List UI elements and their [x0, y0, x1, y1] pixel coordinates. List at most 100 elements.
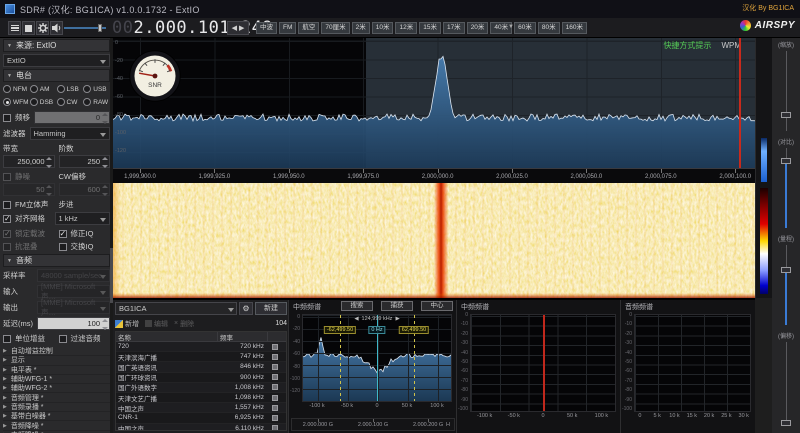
snap-checkbox[interactable]	[3, 215, 11, 223]
slider-track[interactable]	[786, 342, 787, 426]
band-button[interactable]: 10米	[372, 22, 394, 34]
audio-mute-button[interactable]	[50, 21, 63, 35]
new-entry-button[interactable]: 新建	[255, 302, 287, 315]
station-checkbox[interactable]	[272, 364, 278, 370]
mode-option-wfm[interactable]: WFM	[3, 97, 30, 107]
band-button[interactable]: FM	[279, 22, 296, 34]
if-zoom-button[interactable]: 中心	[421, 301, 453, 311]
unity-gain-checkbox[interactable]	[3, 335, 11, 343]
station-row[interactable]: 国广英语资讯846 kHz	[116, 362, 286, 372]
anti-alias-checkbox[interactable]	[3, 243, 11, 251]
audio-input-select[interactable]: [MME] Microsoft 声…	[37, 285, 110, 298]
band-button[interactable]: 17米	[443, 22, 465, 34]
profile-settings-button[interactable]: ⚙	[239, 302, 253, 315]
station-checkbox[interactable]	[272, 354, 278, 360]
station-row[interactable]: CNR-16,925 kHz	[116, 413, 286, 423]
band-button[interactable]: 2米	[352, 22, 370, 34]
station-checkbox[interactable]	[272, 344, 278, 350]
settings-button[interactable]	[36, 21, 49, 35]
slider-handle[interactable]	[781, 112, 791, 118]
spinner-arrows-icon[interactable]	[46, 185, 53, 196]
tune-step-buttons[interactable]: ◀ ▶	[227, 21, 249, 35]
squelch-checkbox[interactable]	[3, 173, 11, 181]
band-button[interactable]: 70厘米	[321, 22, 349, 34]
squelch-input[interactable]: 50	[3, 183, 55, 196]
bandwidth-input[interactable]: 250,000	[3, 155, 55, 168]
waterfall-display[interactable]	[113, 183, 755, 298]
station-row[interactable]: 天津文艺广播1,098 kHz	[116, 393, 286, 403]
mode-option-am[interactable]: AM	[30, 84, 57, 94]
mode-option-dsb[interactable]: DSB	[30, 97, 57, 107]
spinner-arrows-icon[interactable]	[101, 319, 108, 330]
station-checkbox[interactable]	[272, 425, 278, 431]
band-button[interactable]: 80米	[538, 22, 560, 34]
step-select[interactable]: 1 kHz	[55, 212, 111, 225]
volume-slider-handle[interactable]	[98, 24, 102, 32]
stop-button[interactable]	[22, 21, 35, 35]
order-input[interactable]: 250	[59, 155, 111, 168]
spinner-arrows-icon[interactable]	[101, 185, 108, 196]
mode-option-nfm[interactable]: NFM	[3, 84, 30, 94]
band-button[interactable]: 航空	[298, 22, 319, 34]
if-zoom-button[interactable]: 捕获	[381, 301, 413, 311]
if-spectrum-plot[interactable]	[470, 314, 616, 412]
latency-input[interactable]: 100	[37, 317, 110, 330]
delete-button[interactable]: ×删除	[174, 319, 194, 329]
band-button[interactable]: 20米	[467, 22, 489, 34]
spinner-arrows-icon[interactable]	[46, 157, 53, 168]
station-checkbox[interactable]	[272, 395, 278, 401]
station-row[interactable]: 中国之声1,557 kHz	[116, 403, 286, 413]
band-button[interactable]: 160米	[562, 22, 587, 34]
menu-button[interactable]	[8, 21, 21, 35]
audio-output-select[interactable]: [MME] Microsoft 声…	[37, 301, 110, 314]
spinner-arrows-icon[interactable]	[101, 113, 108, 124]
source-section-header[interactable]: ▼来源: ExtIO	[3, 39, 110, 52]
edit-button[interactable]: 编辑	[145, 319, 168, 329]
tuning-frequency-line[interactable]	[739, 38, 741, 168]
band-button[interactable]: 12米	[395, 22, 417, 34]
slider-handle[interactable]	[781, 158, 791, 164]
correct-iq-checkbox[interactable]	[59, 230, 67, 238]
band-button[interactable]: 15米	[419, 22, 441, 34]
fm-stereo-checkbox[interactable]	[3, 201, 11, 209]
volume-slider[interactable]	[64, 27, 106, 29]
audio-spectrum-plot[interactable]	[634, 314, 751, 412]
swap-iq-checkbox[interactable]	[59, 243, 67, 251]
frequency-axis[interactable]: 1,999,900.01,999,925.01,999,950.01,999,9…	[113, 168, 755, 183]
station-row[interactable]: 国广环球资讯900 kHz	[116, 373, 286, 383]
station-checkbox[interactable]	[272, 374, 278, 380]
audio-section-header[interactable]: ▼音频	[3, 254, 110, 267]
station-row[interactable]: 天津滨海广播747 kHz	[116, 352, 286, 362]
slider-handle[interactable]	[781, 420, 791, 426]
lock-carrier-checkbox[interactable]	[3, 230, 11, 238]
station-row[interactable]: 国广外语数字1,008 kHz	[116, 383, 286, 393]
mode-option-raw[interactable]: RAW	[83, 97, 110, 107]
mode-option-cw[interactable]: CW	[57, 97, 84, 107]
station-checkbox[interactable]	[272, 415, 278, 421]
add-button[interactable]: 新增	[115, 319, 139, 329]
cw-shift-input[interactable]: 600	[59, 183, 111, 196]
station-checkbox[interactable]	[272, 384, 278, 390]
rf-spectrum-display[interactable]: 0-20-40-60-80-100-120 SNR 快捷方式提示 WPM	[113, 38, 755, 168]
slider-handle[interactable]	[781, 267, 791, 273]
if-zoom-frequency-bar[interactable]: H 2.000.000 G2.000.100 G2.000.200 G	[291, 418, 455, 431]
band-overflow-arrow[interactable]: ▼	[508, 24, 514, 30]
if-zoom-plot[interactable]: ◀ 124,999 kHz ▶ -62,499.50 62,499.50 0 H…	[302, 314, 452, 402]
shift-input[interactable]: 0	[34, 111, 110, 124]
filter-select[interactable]: Hamming	[30, 127, 111, 140]
mode-option-lsb[interactable]: LSB	[57, 84, 84, 94]
samplerate-select[interactable]: 48000 sample/sec	[37, 269, 110, 282]
if-zoom-button[interactable]: 搜索	[341, 301, 373, 311]
band-button[interactable]: 60米	[514, 22, 536, 34]
radio-section-header[interactable]: ▼电台	[3, 69, 110, 82]
shift-checkbox[interactable]	[3, 114, 11, 122]
profile-select[interactable]: BG1ICA	[115, 302, 237, 315]
band-button[interactable]: 中波	[256, 22, 277, 34]
source-device-select[interactable]: ExtIO	[3, 54, 110, 67]
station-row[interactable]: 720720 kHz	[116, 342, 286, 352]
station-row[interactable]: 中国之声6,110 kHz	[116, 424, 286, 432]
mode-option-usb[interactable]: USB	[83, 84, 110, 94]
station-table-header[interactable]: 名称 频率	[116, 332, 286, 342]
slider-track[interactable]	[786, 51, 787, 131]
filter-audio-checkbox[interactable]	[59, 335, 67, 343]
